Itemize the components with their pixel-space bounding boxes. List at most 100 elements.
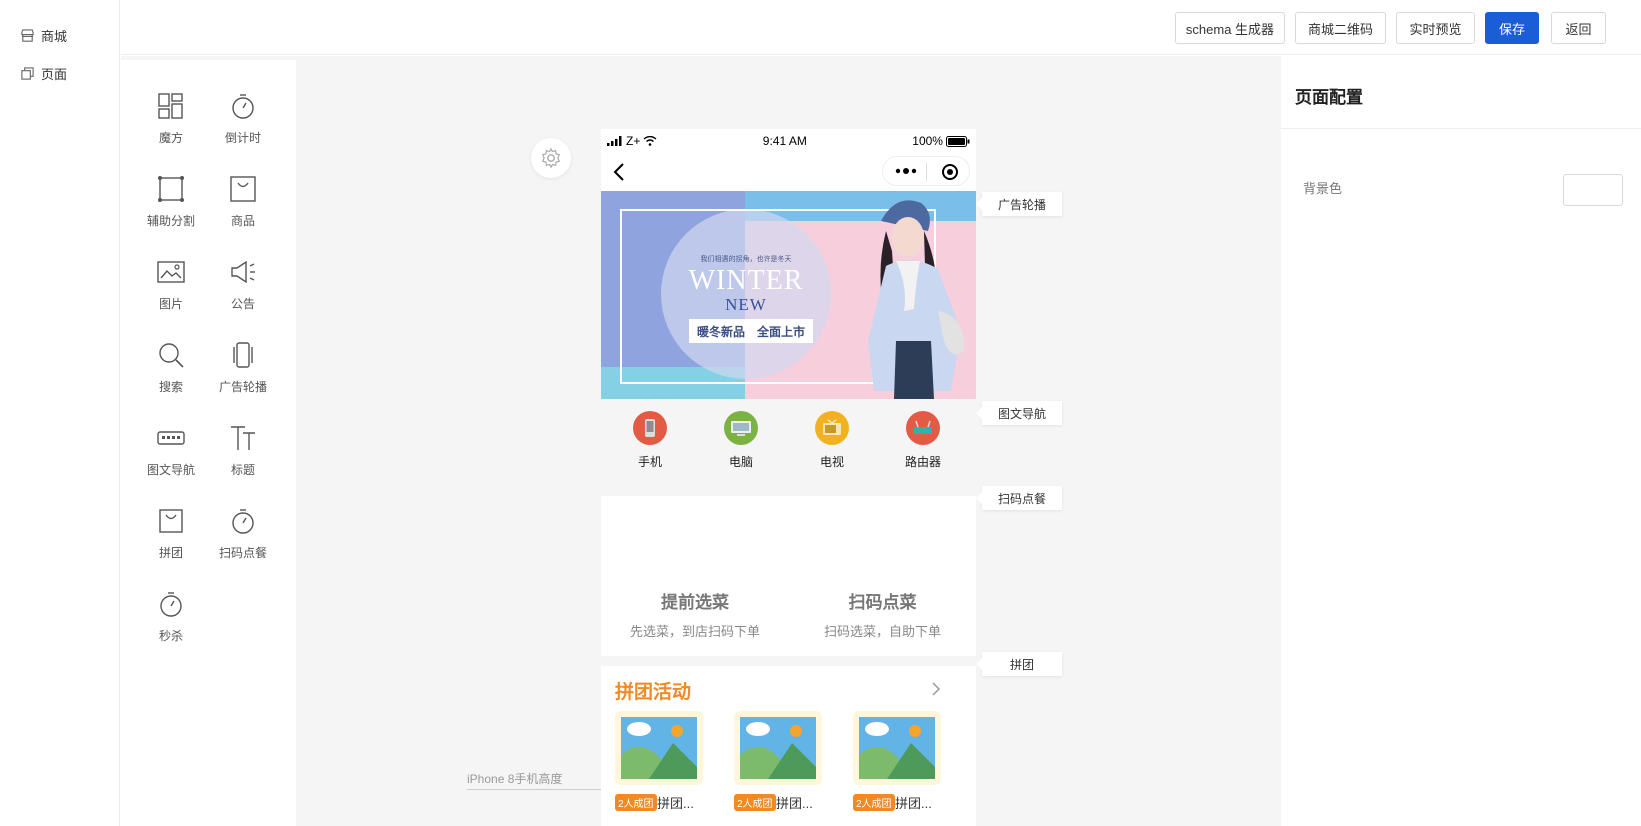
icon-nav-label: 路由器: [904, 455, 941, 469]
palette-item-label: 搜索: [158, 380, 183, 394]
panel-title: 页面配置: [1295, 88, 1363, 107]
palette-item-label: 标题: [230, 463, 255, 477]
image-placeholder-icon: [859, 717, 935, 779]
top-bar: schema 生成器 商城二维码 实时预览 保存 返回: [121, 0, 1641, 55]
panel-divider: [1281, 128, 1641, 129]
image-icon: [157, 261, 185, 283]
component-palette: 魔方 倒计时 辅助分割 商品 图片 公告 搜索 广告轮播 图文导航 标题 拼团 …: [121, 60, 296, 826]
group-item-image[interactable]: [734, 711, 822, 785]
back-arrow-icon[interactable]: [613, 162, 625, 182]
palette-item-carousel[interactable]: 广告轮播: [198, 334, 288, 404]
palette-item-flash-sale[interactable]: 秒杀: [126, 583, 216, 653]
signal-icon: [607, 136, 622, 146]
nav-item-store[interactable]: 商城: [20, 26, 67, 45]
scan-order-sub: 扫码选菜，自助下单: [823, 624, 941, 639]
shopping-bag-icon: [230, 176, 256, 202]
store-icon: [21, 29, 34, 42]
icon-nav-computer[interactable]: 电脑: [711, 411, 771, 470]
component-label-group-buy[interactable]: 拼团: [976, 652, 1062, 676]
icon-nav-label: 手机: [637, 455, 662, 469]
ad-carousel-banner[interactable]: 我们相遇的拐角，也许是冬天 WINTER NEW 暖冬新品 全面上市: [601, 191, 976, 399]
palette-item-label: 拼团: [158, 546, 183, 560]
iphone-height-label: iPhone 8手机高度: [467, 770, 601, 790]
icon-nav-tv[interactable]: 电视: [802, 411, 862, 470]
phone-preview: Z+ 9:41 AM 100% 我们相遇的拐角，也许是冬天 WINTER NEW…: [601, 129, 976, 826]
wifi-icon: [643, 136, 657, 146]
back-button[interactable]: 返回: [1551, 12, 1606, 44]
carousel-icon: [233, 342, 253, 368]
page-settings-button[interactable]: [531, 138, 571, 178]
palette-item-title[interactable]: 标题: [198, 417, 288, 487]
component-label-carousel[interactable]: 广告轮播: [976, 192, 1062, 216]
group-item-name: 拼团...: [895, 796, 932, 811]
palette-item-label: 辅助分割: [146, 214, 195, 228]
phone-device-icon: [633, 411, 667, 445]
component-label-scan-order[interactable]: 扫码点餐: [976, 486, 1062, 510]
palette-item-label: 倒计时: [224, 131, 261, 145]
group-size-badge: 2人成团: [734, 794, 776, 811]
stopwatch-icon: [232, 509, 254, 534]
close-target-icon[interactable]: [941, 163, 959, 181]
battery-icon: [945, 135, 970, 147]
megaphone-icon: [231, 260, 255, 284]
scan-order-card-preselect[interactable]: 提前选菜 先选菜，到店扫码下单: [601, 588, 789, 640]
phone-nav-bar: [601, 153, 976, 191]
schema-generator-button[interactable]: schema 生成器: [1175, 12, 1285, 44]
mini-program-capsule: [882, 156, 970, 186]
palette-item-label: 图文导航: [146, 463, 195, 477]
icon-nav-label: 电视: [819, 455, 844, 469]
palette-item-countdown[interactable]: 倒计时: [198, 85, 288, 155]
keyboard-nav-icon: [157, 431, 185, 445]
page-config-panel: 页面配置 背景色: [1281, 56, 1641, 826]
palette-item-label: 公告: [230, 297, 255, 311]
stopwatch-icon: [160, 592, 182, 617]
nav-item-page[interactable]: 页面: [20, 64, 67, 83]
image-placeholder-icon: [740, 717, 816, 779]
icon-text-nav: 手机 电脑 电视 路由器: [601, 399, 976, 496]
title-text-icon: [231, 426, 255, 450]
palette-item-scan-order[interactable]: 扫码点餐: [198, 500, 288, 570]
scan-order-section[interactable]: 提前选菜 先选菜，到店扫码下单 扫码点菜 扫码选菜，自助下单: [601, 496, 976, 656]
palette-item-label: 秒杀: [158, 629, 183, 643]
scan-order-card-scan[interactable]: 扫码点菜 扫码选菜，自助下单: [789, 588, 976, 640]
grid-layout-icon: [158, 93, 183, 119]
save-button[interactable]: 保存: [1485, 12, 1539, 44]
group-size-badge: 2人成团: [615, 794, 657, 811]
group-size-badge: 2人成团: [853, 794, 895, 811]
computer-icon: [724, 411, 758, 445]
scan-order-sub: 先选菜，到店扫码下单: [629, 624, 760, 639]
icon-nav-router[interactable]: 路由器: [893, 411, 953, 470]
left-nav: 商城 页面: [0, 0, 120, 826]
palette-item-product[interactable]: 商品: [198, 168, 288, 238]
banner-title-new: NEW: [725, 295, 767, 314]
component-label-icon-nav[interactable]: 图文导航: [976, 401, 1062, 425]
palette-item-label: 图片: [158, 297, 183, 311]
banner-model-image: [868, 200, 965, 399]
banner-subtitle-box: 暖冬新品 全面上市: [689, 319, 813, 343]
shopping-bag-icon: [159, 509, 183, 533]
group-item-image[interactable]: [853, 711, 941, 785]
palette-item-notice[interactable]: 公告: [198, 251, 288, 321]
store-qrcode-button[interactable]: 商城二维码: [1295, 12, 1386, 44]
stopwatch-icon: [232, 94, 254, 119]
live-preview-button[interactable]: 实时预览: [1396, 12, 1475, 44]
banner-title-winter: WINTER: [688, 265, 804, 296]
group-item-image[interactable]: [615, 711, 703, 785]
nav-item-store-label: 商城: [41, 29, 68, 44]
bg-color-label: 背景色: [1303, 181, 1343, 196]
section-divider: [601, 656, 976, 666]
chevron-right-icon[interactable]: [931, 681, 941, 697]
gear-icon: [541, 147, 561, 169]
bg-color-picker[interactable]: [1563, 174, 1623, 206]
banner-tagline: 我们相遇的拐角，也许是冬天: [700, 256, 792, 263]
search-icon: [159, 343, 184, 368]
more-dots-icon[interactable]: [895, 166, 917, 176]
icon-nav-phone[interactable]: 手机: [620, 411, 680, 470]
router-icon: [906, 411, 940, 445]
banner-sub-1: 暖冬新品: [696, 324, 745, 339]
image-placeholder-icon: [621, 717, 697, 779]
group-buy-section[interactable]: 拼团活动 2人成团 拼团... 2人成团 拼团... 2人成团 拼团...: [601, 666, 976, 826]
scan-order-title: 扫码点菜: [848, 593, 917, 612]
battery-percent: 100%: [912, 134, 943, 148]
carrier-label: Z+: [626, 134, 641, 148]
